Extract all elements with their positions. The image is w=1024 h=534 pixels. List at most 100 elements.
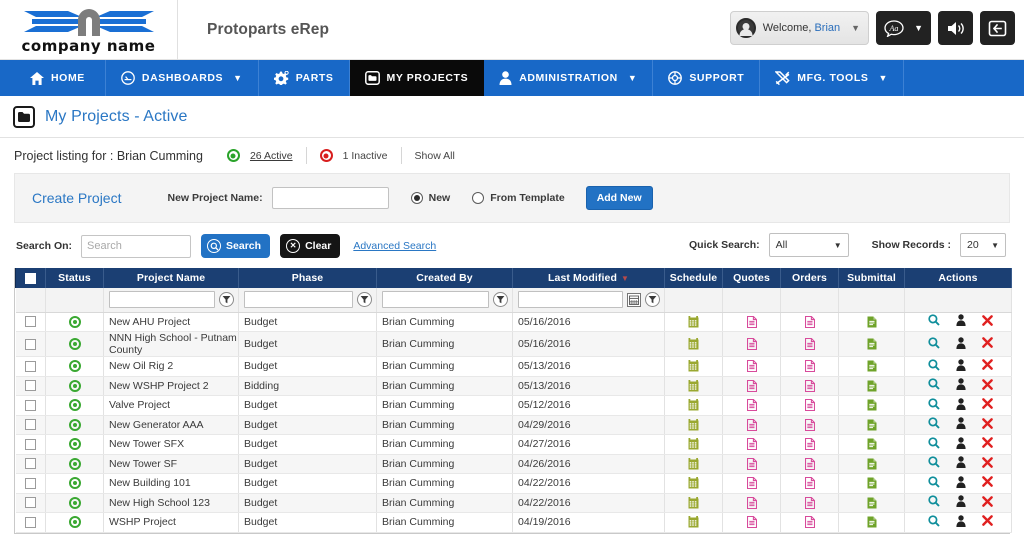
view-search-icon[interactable] — [928, 314, 940, 329]
row-checkbox[interactable] — [24, 419, 36, 431]
delete-x-icon[interactable] — [982, 337, 993, 351]
new-project-name-input[interactable] — [271, 187, 389, 209]
filter-funnel-icon[interactable] — [493, 292, 508, 308]
delete-x-icon[interactable] — [982, 398, 993, 412]
delete-x-icon[interactable] — [982, 417, 993, 432]
row-checkbox[interactable] — [24, 399, 36, 411]
delete-x-icon[interactable] — [982, 456, 993, 471]
view-search-icon[interactable] — [928, 495, 940, 510]
column-header-orders[interactable]: Orders — [780, 268, 839, 288]
orders-document-icon[interactable] — [781, 516, 838, 529]
active-count-link[interactable]: 26 Active — [250, 150, 293, 162]
column-header-quotes[interactable]: Quotes — [722, 268, 781, 288]
schedule-calendar-icon[interactable] — [665, 338, 722, 350]
row-checkbox[interactable] — [24, 360, 36, 372]
cell-schedule[interactable] — [664, 356, 723, 377]
column-header-phase[interactable]: Phase — [238, 268, 377, 288]
view-search-icon[interactable] — [928, 437, 940, 452]
assign-user-icon[interactable] — [956, 378, 966, 393]
column-header-submittal[interactable]: Submittal — [838, 268, 905, 288]
search-input[interactable]: Search — [81, 234, 192, 258]
row-checkbox[interactable] — [24, 438, 36, 450]
logout-button[interactable] — [980, 11, 1015, 45]
nav-item-mfg-tools[interactable]: MFG. TOOLS ▼ — [760, 60, 904, 96]
orders-document-icon[interactable] — [781, 418, 838, 431]
row-select-cell[interactable] — [15, 512, 46, 533]
translate-button[interactable]: Aa ▼ — [876, 11, 931, 45]
table-row[interactable]: New Tower SFX Budget Brian Cumming 04/27/20… — [15, 434, 1012, 455]
delete-x-icon[interactable] — [982, 314, 993, 329]
row-status-cell[interactable] — [45, 312, 104, 332]
assign-user-icon[interactable] — [956, 398, 966, 413]
cell-project-name[interactable]: New Tower SF — [103, 454, 239, 474]
cell-orders[interactable] — [780, 331, 839, 357]
filter-input-project-name[interactable] — [109, 291, 215, 309]
table-row[interactable]: New AHU Project Budget Brian Cumming 05/16/… — [15, 312, 1012, 332]
cell-schedule[interactable] — [664, 312, 723, 332]
row-status-cell[interactable] — [45, 356, 104, 377]
filter-funnel-icon[interactable] — [219, 292, 234, 308]
view-search-icon[interactable] — [928, 456, 940, 471]
row-select-cell[interactable] — [15, 356, 46, 377]
nav-item-support[interactable]: SUPPORT — [653, 60, 761, 96]
table-row[interactable]: New Tower SF Budget Brian Cumming 04/26/201… — [15, 454, 1012, 474]
table-row[interactable]: Valve Project Budget Brian Cumming 05/12/20… — [15, 395, 1012, 416]
orders-document-icon[interactable] — [781, 457, 838, 470]
view-search-icon[interactable] — [928, 417, 940, 432]
cell-orders[interactable] — [780, 434, 839, 455]
cell-orders[interactable] — [780, 356, 839, 377]
cell-orders[interactable] — [780, 312, 839, 332]
column-header-status[interactable]: Status — [45, 268, 104, 288]
select-all-header[interactable] — [15, 268, 46, 288]
delete-x-icon[interactable] — [982, 495, 993, 510]
cell-orders[interactable] — [780, 512, 839, 533]
cell-quotes[interactable] — [722, 493, 781, 513]
quotes-document-icon[interactable] — [723, 338, 780, 350]
cell-schedule[interactable] — [664, 395, 723, 416]
nav-item-parts[interactable]: PARTS — [259, 60, 350, 96]
cell-submittal[interactable] — [838, 331, 905, 357]
filter-funnel-icon[interactable] — [645, 292, 660, 308]
cell-project-name[interactable]: New Oil Rig 2 — [103, 356, 239, 377]
advanced-search-link[interactable]: Advanced Search — [353, 240, 436, 252]
cell-orders[interactable] — [780, 415, 839, 435]
view-search-icon[interactable] — [928, 359, 940, 374]
row-checkbox[interactable] — [24, 380, 36, 392]
cell-submittal[interactable] — [838, 512, 905, 533]
filter-input-last-modified[interactable] — [518, 291, 623, 309]
row-status-cell[interactable] — [45, 395, 104, 416]
cell-project-name[interactable]: New Generator AAA — [103, 415, 239, 435]
cell-schedule[interactable] — [664, 512, 723, 533]
cell-submittal[interactable] — [838, 415, 905, 435]
cell-project-name[interactable]: New Building 101 — [103, 473, 239, 494]
cell-quotes[interactable] — [722, 473, 781, 494]
schedule-calendar-icon[interactable] — [665, 516, 722, 528]
inactive-count-label[interactable]: 1 Inactive — [343, 150, 388, 162]
submittal-document-icon[interactable] — [839, 316, 904, 328]
quotes-document-icon[interactable] — [723, 438, 780, 451]
row-status-cell[interactable] — [45, 493, 104, 513]
quotes-document-icon[interactable] — [723, 399, 780, 412]
cell-orders[interactable] — [780, 395, 839, 416]
row-checkbox[interactable] — [24, 458, 36, 470]
orders-document-icon[interactable] — [781, 338, 838, 350]
row-status-cell[interactable] — [45, 473, 104, 494]
cell-submittal[interactable] — [838, 356, 905, 377]
nav-item-dashboards[interactable]: DASHBOARDS ▼ — [106, 60, 259, 96]
schedule-calendar-icon[interactable] — [665, 477, 722, 489]
row-select-cell[interactable] — [15, 434, 46, 455]
view-search-icon[interactable] — [928, 378, 940, 393]
orders-document-icon[interactable] — [781, 496, 838, 509]
submittal-document-icon[interactable] — [839, 458, 904, 470]
cell-quotes[interactable] — [722, 415, 781, 435]
row-select-cell[interactable] — [15, 395, 46, 416]
assign-user-icon[interactable] — [956, 476, 966, 491]
delete-x-icon[interactable] — [982, 437, 993, 451]
cell-project-name[interactable]: New High School 123 — [103, 493, 239, 513]
row-select-cell[interactable] — [15, 312, 46, 332]
cell-schedule[interactable] — [664, 434, 723, 455]
cell-quotes[interactable] — [722, 312, 781, 332]
cell-submittal[interactable] — [838, 454, 905, 474]
row-status-cell[interactable] — [45, 512, 104, 533]
schedule-calendar-icon[interactable] — [665, 457, 722, 470]
